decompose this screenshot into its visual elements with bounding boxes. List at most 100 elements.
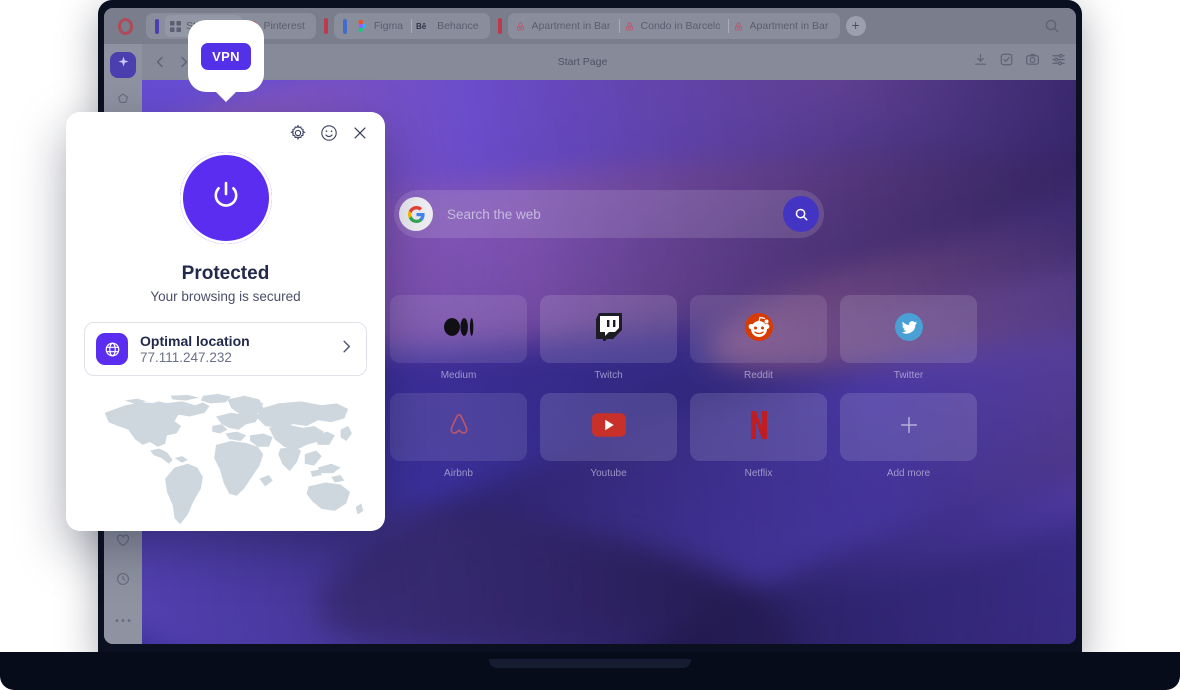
search-submit-button[interactable] bbox=[783, 196, 819, 232]
tab-condo-barcelona[interactable]: Condo in Barcelon bbox=[620, 15, 728, 37]
vpn-popup-header bbox=[66, 112, 385, 142]
twitter-icon bbox=[894, 312, 923, 346]
speed-dial-twitch[interactable]: Twitch bbox=[540, 295, 677, 381]
vpn-world-map bbox=[66, 392, 385, 531]
smiley-icon[interactable] bbox=[320, 124, 338, 142]
tab-behance[interactable]: Bē Behance bbox=[412, 15, 486, 37]
search-bar[interactable]: Search the web bbox=[394, 190, 824, 238]
speed-dial-thumbnail bbox=[390, 295, 527, 363]
tab-label: Figma bbox=[373, 20, 404, 32]
speed-dial-thumbnail bbox=[840, 295, 977, 363]
extensions-icon[interactable] bbox=[999, 52, 1014, 72]
sidebar-item-pinboard[interactable] bbox=[110, 88, 136, 114]
speed-dial-airbnb[interactable]: Airbnb bbox=[390, 393, 527, 479]
sidebar-item-favorites[interactable] bbox=[110, 530, 136, 556]
twitch-icon bbox=[595, 312, 622, 346]
speed-dial-label: Reddit bbox=[744, 370, 773, 381]
speed-dial-netflix[interactable]: Netflix bbox=[690, 393, 827, 479]
world-map bbox=[104, 393, 364, 525]
vpn-location-text: Optimal location 77.111.247.232 bbox=[140, 333, 250, 365]
page-title: Start Page bbox=[557, 56, 608, 68]
opera-logo-icon[interactable] bbox=[112, 13, 138, 39]
gear-icon[interactable] bbox=[289, 124, 307, 142]
tab-apartment-barcelona-1[interactable]: Apartment in Barce bbox=[511, 15, 619, 37]
sparkle-icon bbox=[117, 56, 130, 74]
tab-label: Apartment in Barce bbox=[749, 20, 829, 32]
search-icon[interactable] bbox=[1044, 18, 1060, 34]
download-icon[interactable] bbox=[973, 52, 988, 72]
sidebar-item-aria-ai[interactable] bbox=[110, 52, 136, 78]
speed-dial-label: Twitter bbox=[893, 370, 924, 381]
airbnb-icon bbox=[733, 20, 745, 32]
tab-group-3: Apartment in Barce Condo in Barcelon Apa… bbox=[507, 13, 840, 39]
speed-dial-reddit[interactable]: Reddit bbox=[690, 295, 827, 381]
tab-group-indicator-3[interactable] bbox=[342, 18, 347, 34]
tab-figma[interactable]: Figma bbox=[353, 15, 411, 37]
camera-icon[interactable] bbox=[1025, 52, 1040, 72]
vpn-location-ip: 77.111.247.232 bbox=[140, 350, 232, 365]
google-g-icon bbox=[399, 197, 433, 231]
tab-group-2: Figma Bē Behance bbox=[333, 13, 490, 39]
airbnb-icon bbox=[515, 20, 527, 32]
plus-icon bbox=[898, 414, 920, 441]
airbnb-icon bbox=[444, 410, 474, 445]
vpn-badge-label: VPN bbox=[201, 42, 251, 70]
sliders-icon[interactable] bbox=[1051, 52, 1066, 72]
tab-label: Apartment in Barce bbox=[531, 20, 611, 32]
tab-label: Condo in Barcelon bbox=[640, 20, 720, 32]
tab-group-indicator-2[interactable] bbox=[323, 18, 328, 34]
speed-dial-grid: Medium Twitch Reddit Twitter Airbnb Yout… bbox=[390, 295, 1010, 479]
pentagon-icon bbox=[116, 92, 130, 111]
search-input[interactable]: Search the web bbox=[447, 207, 541, 222]
speed-dial-thumbnail bbox=[390, 393, 527, 461]
speed-dial-label: Airbnb bbox=[444, 468, 473, 479]
sidebar-item-more[interactable] bbox=[110, 606, 136, 632]
speed-dial-thumbnail bbox=[840, 393, 977, 461]
vpn-badge[interactable]: VPN bbox=[188, 20, 264, 92]
speed-dial-label: Medium bbox=[440, 370, 477, 381]
tab-label: Pinterest bbox=[263, 20, 305, 32]
speed-dial-label: Youtube bbox=[590, 468, 627, 479]
clock-icon bbox=[116, 572, 130, 591]
airbnb-icon bbox=[624, 20, 636, 32]
vpn-power-button[interactable] bbox=[179, 152, 272, 244]
svg-text:Bē: Bē bbox=[416, 22, 427, 31]
speed-dial-add-more[interactable]: Add more bbox=[840, 393, 977, 479]
speed-dial-twitter[interactable]: Twitter bbox=[840, 295, 977, 381]
heart-icon bbox=[116, 534, 130, 552]
laptop-base bbox=[0, 652, 1180, 690]
behance-icon: Bē bbox=[416, 20, 432, 32]
screenshot-root: Start page Pinterest Figma bbox=[0, 0, 1180, 690]
tab-label: Behance bbox=[437, 20, 479, 32]
speed-dial-label: Netflix bbox=[744, 468, 773, 479]
tab-bar-right bbox=[1044, 18, 1070, 34]
globe-icon bbox=[96, 333, 128, 365]
vpn-location-title: Optimal location bbox=[140, 333, 250, 349]
vpn-popup: Protected Your browsing is secured Optim… bbox=[66, 112, 385, 531]
back-button[interactable] bbox=[152, 54, 168, 70]
power-icon bbox=[206, 176, 246, 221]
vpn-power-wrapper bbox=[66, 152, 385, 244]
vpn-location-card[interactable]: Optimal location 77.111.247.232 bbox=[84, 322, 367, 376]
toolbar-actions bbox=[973, 52, 1066, 72]
tab-group-indicator-4[interactable] bbox=[497, 18, 502, 34]
speed-dial-thumbnail bbox=[690, 393, 827, 461]
speed-dial-label: Twitch bbox=[594, 370, 623, 381]
close-icon[interactable] bbox=[351, 124, 369, 142]
speed-dial-thumbnail bbox=[540, 295, 677, 363]
speed-dial-youtube[interactable]: Youtube bbox=[540, 393, 677, 479]
chevron-right-icon[interactable] bbox=[338, 338, 355, 360]
new-tab-button[interactable]: + bbox=[845, 16, 866, 36]
speed-dial-medium[interactable]: Medium bbox=[390, 295, 527, 381]
navigation-buttons bbox=[152, 54, 192, 70]
sidebar-bottom-group bbox=[110, 530, 136, 644]
tab-apartment-barcelona-2[interactable]: Apartment in Barce bbox=[729, 15, 837, 37]
netflix-icon bbox=[749, 410, 769, 444]
medium-icon bbox=[443, 317, 474, 341]
sidebar-item-history[interactable] bbox=[110, 568, 136, 594]
vpn-status-title: Protected bbox=[181, 263, 270, 284]
grid-icon bbox=[169, 20, 181, 32]
reddit-icon bbox=[744, 312, 773, 346]
browser-toolbar: Start Page bbox=[142, 44, 1076, 80]
tab-group-indicator[interactable] bbox=[155, 18, 159, 34]
